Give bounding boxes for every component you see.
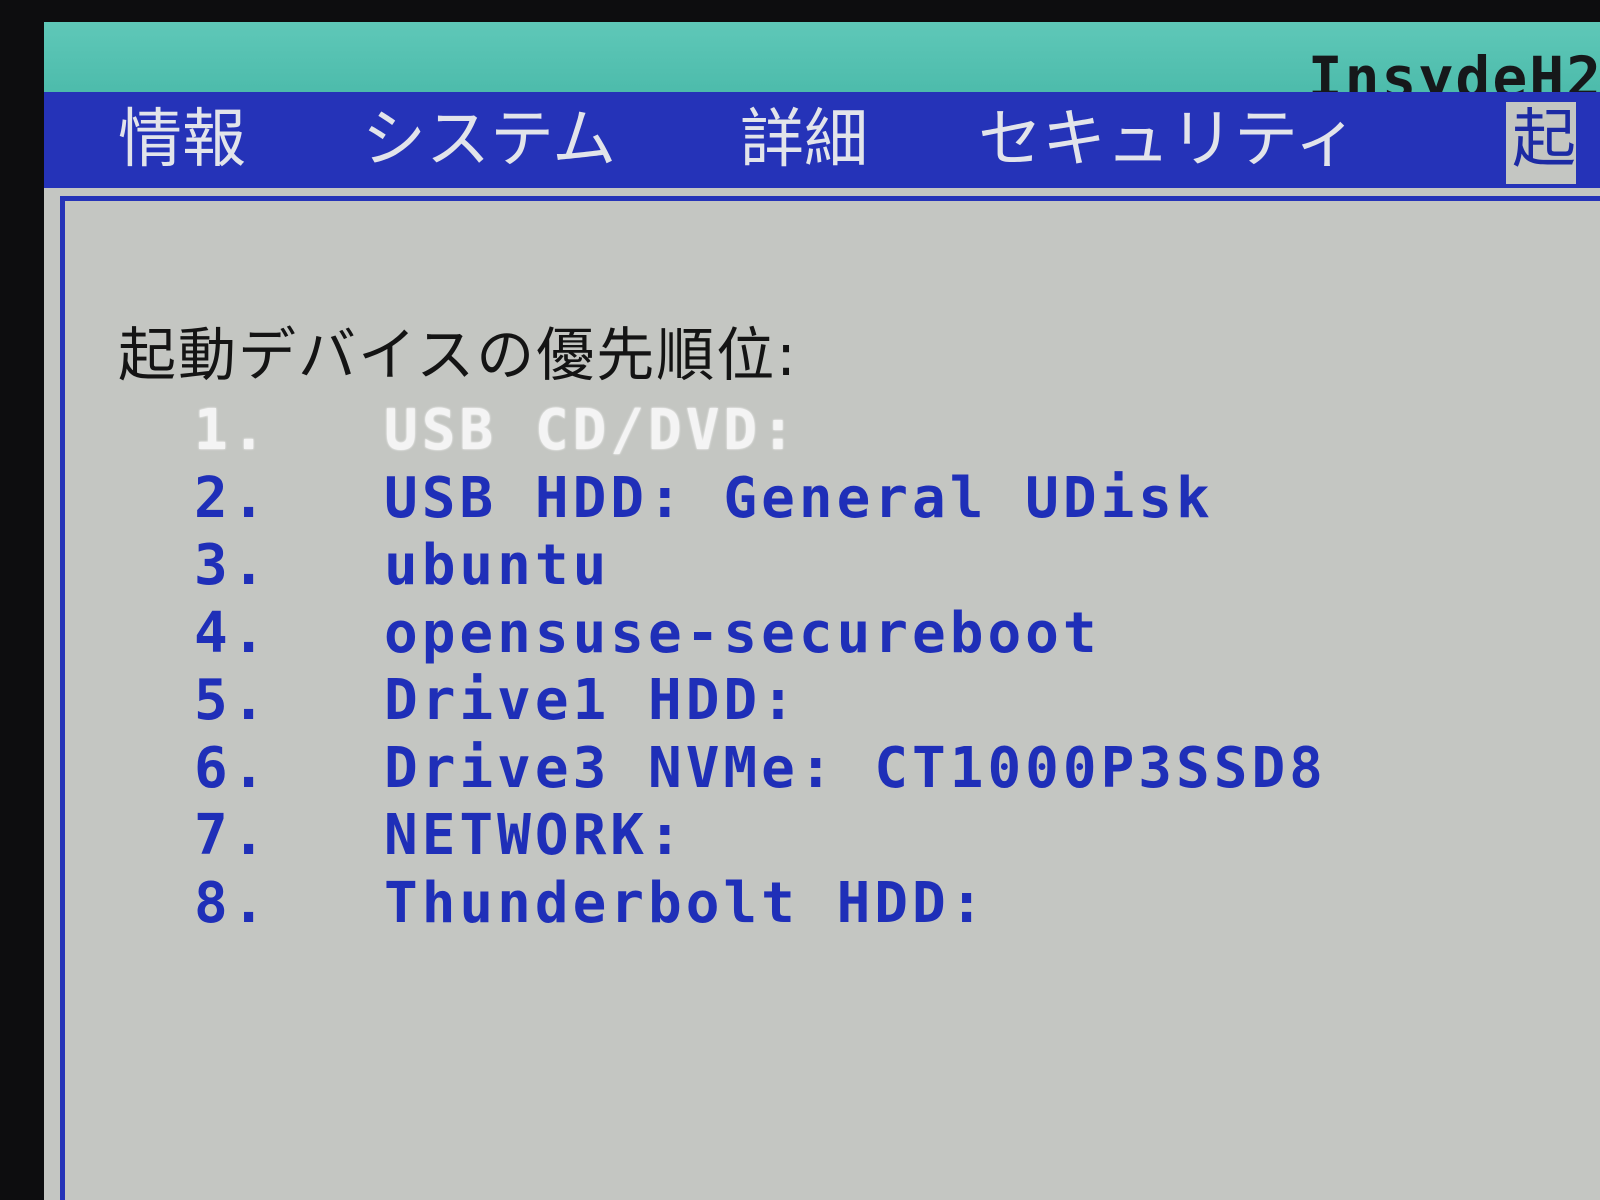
boot-priority-title: 起動デバイスの優先順位:: [118, 321, 798, 389]
bios-screen: InsydeH20 情報 システム 詳細 セキュリティ 起 起動デバイスの優先順…: [44, 22, 1600, 1200]
menu-tab-system[interactable]: システム: [362, 102, 616, 178]
boot-entry-device: Thunderbolt HDD:: [384, 871, 988, 936]
menu-tab-boot[interactable]: 起: [1506, 102, 1576, 184]
boot-entry-device: USB CD/DVD:: [384, 398, 799, 463]
boot-entry-number: 7.: [194, 803, 270, 868]
boot-entry-device: ubuntu: [384, 533, 611, 598]
menu-bar: 情報 システム 詳細 セキュリティ 起: [44, 92, 1600, 188]
boot-entry-device: opensuse-secureboot: [384, 601, 1101, 666]
boot-entry-number: 1.: [194, 398, 270, 463]
boot-entry-device: USB HDD: General UDisk: [384, 466, 1214, 531]
boot-entry-number: 8.: [194, 871, 270, 936]
boot-entry-device: NETWORK:: [384, 803, 686, 868]
menu-tab-security[interactable]: セキュリティ: [978, 102, 1358, 178]
boot-entry-number: 3.: [194, 533, 270, 598]
boot-entry-number: 5.: [194, 668, 270, 733]
boot-entry-number: 2.: [194, 466, 270, 531]
boot-entry-number: 4.: [194, 601, 270, 666]
menu-tab-info[interactable]: 情報: [118, 102, 246, 178]
boot-entry-number: 6.: [194, 736, 270, 801]
boot-entry-device: Drive1 HDD:: [384, 668, 799, 733]
boot-entry-device: Drive3 NVMe: CT1000P3SSD8: [384, 736, 1327, 801]
menu-tab-advanced[interactable]: 詳細: [740, 102, 868, 178]
